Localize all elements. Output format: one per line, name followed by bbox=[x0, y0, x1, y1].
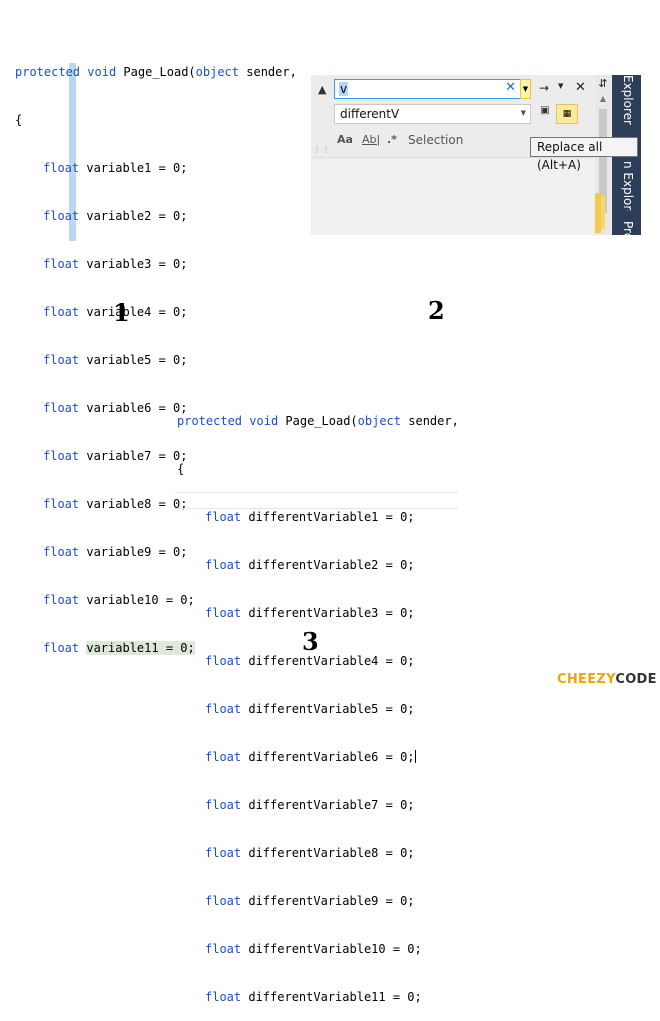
resize-grip-icon[interactable]: ⋮⋮ bbox=[313, 145, 331, 154]
match-case-toggle[interactable]: Aa bbox=[337, 133, 353, 146]
find-input-value: v bbox=[339, 82, 349, 96]
replace-all-icon[interactable]: ▦ bbox=[556, 104, 578, 124]
side-tab-solution-explorer[interactable]: n Explorer bbox=[617, 161, 635, 211]
match-whole-word-toggle[interactable]: Ab| bbox=[362, 133, 380, 146]
code-line: float differentVariable9 = 0; bbox=[205, 894, 415, 908]
code-line-current: float differentVariable6 = 0; bbox=[205, 750, 416, 764]
method-params: sender, bbox=[239, 65, 297, 79]
method-name: Page_Load( bbox=[285, 414, 358, 428]
code-line: float variable1 = 0; bbox=[43, 161, 188, 175]
step-number-2: 2 bbox=[428, 296, 445, 325]
code-line: float differentVariable10 = 0; bbox=[205, 942, 422, 956]
open-brace: { bbox=[15, 113, 23, 127]
regex-toggle[interactable]: .* bbox=[387, 133, 397, 146]
split-icon[interactable]: ⇵ bbox=[596, 77, 610, 91]
code-line: float differentVariable4 = 0; bbox=[205, 654, 415, 668]
method-signature: protected void Page_Load(object sender, bbox=[15, 64, 297, 80]
scrollbar-find-markers bbox=[601, 195, 605, 229]
text-cursor bbox=[414, 750, 416, 763]
open-brace: { bbox=[177, 462, 185, 476]
method-name: Page_Load( bbox=[123, 65, 196, 79]
chevron-down-icon[interactable]: ▼ bbox=[558, 82, 563, 90]
code-line: float variable5 = 0; bbox=[43, 353, 188, 367]
code-line: float differentVariable5 = 0; bbox=[205, 702, 415, 716]
step-number-1: 1 bbox=[113, 298, 130, 327]
keyword-protected: protected bbox=[177, 414, 243, 428]
replace-next-icon[interactable]: ▣ bbox=[537, 105, 553, 123]
code-panel-after[interactable]: protected void Page_Load(object sender, … bbox=[177, 381, 459, 1021]
keyword-object: object bbox=[195, 65, 240, 79]
method-params: sender, bbox=[401, 414, 459, 428]
find-next-icon[interactable]: → bbox=[539, 81, 549, 95]
scroll-up-icon[interactable]: ▲ bbox=[596, 94, 610, 103]
side-tab-explorer[interactable]: Explorer bbox=[617, 75, 635, 127]
side-tab-properties[interactable]: Pro bbox=[617, 221, 635, 235]
collapse-icon[interactable]: ▲ bbox=[318, 83, 326, 96]
replace-input[interactable]: differentV ▼ bbox=[334, 104, 531, 124]
brand-logo: CHEEZYCODE bbox=[557, 672, 657, 687]
keyword-object: object bbox=[357, 414, 402, 428]
keyword-protected: protected bbox=[15, 65, 81, 79]
find-history-dropdown[interactable]: ▼ bbox=[520, 79, 531, 99]
clear-icon[interactable]: ✕ bbox=[505, 80, 516, 95]
code-line: float differentVariable2 = 0; bbox=[205, 558, 415, 572]
code-line: float differentVariable1 = 0; bbox=[205, 510, 415, 524]
keyword-void: void bbox=[87, 65, 117, 79]
code-line: float differentVariable3 = 0; bbox=[205, 606, 415, 620]
code-line: float variable3 = 0; bbox=[43, 257, 188, 271]
chevron-down-icon[interactable]: ▼ bbox=[521, 109, 526, 117]
close-icon[interactable]: ✕ bbox=[575, 80, 586, 95]
search-scope-dropdown[interactable]: Selection bbox=[408, 133, 463, 147]
code-line: float variable2 = 0; bbox=[43, 209, 188, 223]
code-line: float variable4 = 0; bbox=[43, 305, 188, 319]
code-line: float differentVariable8 = 0; bbox=[205, 846, 415, 860]
keyword-void: void bbox=[249, 414, 279, 428]
code-line: float differentVariable11 = 0; bbox=[205, 990, 422, 1004]
find-input[interactable]: v ✕ bbox=[334, 79, 521, 99]
replace-input-value: differentV bbox=[340, 107, 400, 121]
code-line: float differentVariable7 = 0; bbox=[205, 798, 415, 812]
replace-all-tooltip: Replace all (Alt+A) bbox=[530, 137, 638, 172]
method-signature: protected void Page_Load(object sender, bbox=[177, 413, 459, 429]
